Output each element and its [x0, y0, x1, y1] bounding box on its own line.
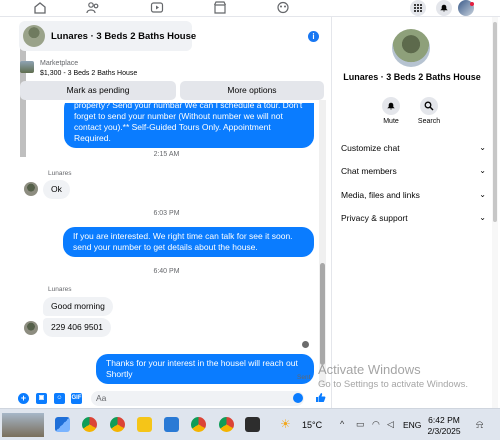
sender-avatar[interactable] — [24, 321, 38, 335]
chevron-down-icon: ⌄ — [479, 166, 486, 175]
gaming-icon[interactable] — [276, 1, 290, 14]
widget-thumbnail[interactable] — [2, 413, 44, 437]
sent-status: Sent — [297, 374, 311, 381]
plus-icon[interactable]: + — [18, 393, 29, 404]
notifications-icon[interactable] — [436, 0, 452, 16]
info-icon[interactable]: i — [308, 31, 319, 42]
chat-title: Lunares · 3 Beds 2 Baths House — [51, 31, 197, 42]
sender-name: Lunares — [48, 286, 72, 293]
more-options-button[interactable]: More options — [180, 81, 324, 100]
search-label: Search — [417, 118, 441, 125]
sender-name: Lunares — [48, 170, 72, 177]
chat-header[interactable]: Lunares · 3 Beds 2 Baths House — [19, 21, 196, 51]
chat-panel: Lunares · 3 Beds 2 Baths House i Marketp… — [14, 17, 331, 408]
watch-icon[interactable] — [150, 1, 164, 14]
message-timeline: property? Send your numbar We can I sche… — [14, 103, 319, 399]
customize-chat-row[interactable]: Customize chat ⌄ — [341, 143, 486, 157]
weather-icon[interactable]: ☀ — [280, 417, 296, 431]
clock[interactable]: 6:42 PM 2/3/2025 — [427, 415, 461, 437]
chat-scrollbar[interactable] — [319, 100, 326, 385]
chrome-icon[interactable] — [82, 417, 97, 432]
search-action[interactable]: Search — [411, 97, 447, 125]
info-scrollbar-thumb[interactable] — [493, 22, 497, 222]
message-input[interactable]: Aa — [91, 391, 304, 406]
menu-grid-icon[interactable] — [410, 0, 426, 16]
notification-dot — [470, 2, 474, 6]
bell-icon[interactable] — [382, 97, 400, 115]
info-panel: Lunares · 3 Beds 2 Baths House Mute Sear… — [331, 17, 498, 408]
windows-taskbar: ☀ 15°C ^ ▭ ◠ ◁ ENG 6:42 PM 2/3/2025 ⍾ — [0, 408, 500, 440]
mark-pending-button[interactable]: Mark as pending — [20, 81, 176, 100]
chevron-down-icon: ⌄ — [479, 213, 486, 222]
wifi-icon[interactable]: ◠ — [372, 419, 384, 431]
chat-avatar[interactable] — [392, 29, 430, 67]
notification-center-icon[interactable]: ⍾ — [476, 419, 483, 432]
message-outgoing[interactable]: Thanks for your interest in the housel w… — [96, 354, 314, 384]
timestamp: 6:03 PM — [153, 210, 180, 217]
top-nav — [0, 0, 500, 17]
file-explorer-icon[interactable] — [137, 417, 152, 432]
section-label: Privacy & support — [341, 213, 408, 223]
volume-icon[interactable]: ◁ — [387, 419, 399, 431]
emoji-icon[interactable] — [293, 393, 303, 403]
privacy-support-row[interactable]: Privacy & support ⌄ — [341, 213, 486, 227]
thumbs-up-icon[interactable] — [315, 392, 326, 403]
chevron-down-icon: ⌄ — [479, 143, 486, 152]
photo-icon[interactable]: ▣ — [36, 393, 47, 404]
clock-time: 6:42 PM — [428, 415, 460, 425]
message-composer: + ▣ ☺ GIF Aa — [14, 389, 331, 407]
chrome-icon[interactable] — [219, 417, 234, 432]
language-indicator[interactable]: ENG — [403, 420, 421, 430]
timestamp: 6:40 PM — [153, 268, 180, 275]
watermark-subtitle: Go to Settings to activate Windows. — [318, 379, 468, 390]
section-label: Media, files and links — [341, 190, 420, 200]
media-files-links-row[interactable]: Media, files and links ⌄ — [341, 190, 486, 204]
temperature[interactable]: 15°C — [302, 420, 322, 430]
message-incoming[interactable]: 229 406 9501 — [43, 318, 111, 337]
sticker-icon[interactable]: ☺ — [54, 393, 65, 404]
sender-avatar[interactable] — [24, 182, 38, 196]
section-label: Customize chat — [341, 143, 400, 153]
network-icon[interactable]: ▭ — [356, 419, 368, 431]
search-icon[interactable] — [420, 97, 438, 115]
info-name: Lunares · 3 Beds 2 Baths House — [343, 72, 481, 82]
start-icon[interactable] — [55, 417, 70, 432]
seen-avatar — [302, 341, 309, 348]
chrome-icon[interactable] — [191, 417, 206, 432]
info-scrollbar[interactable] — [492, 17, 498, 408]
chat-thumbnail — [23, 25, 45, 47]
gif-icon[interactable]: GIF — [71, 393, 82, 404]
chrome-icon[interactable] — [110, 417, 125, 432]
marketplace-icon[interactable] — [213, 1, 227, 14]
listing-thumbnail — [20, 61, 34, 73]
tray-chevron-icon[interactable]: ^ — [340, 419, 352, 431]
message-outgoing[interactable]: If you are interested. We right time can… — [63, 227, 314, 257]
message-outgoing[interactable]: property? Send your numbar We can I sche… — [64, 103, 314, 148]
store-icon[interactable] — [164, 417, 179, 432]
clock-date: 2/3/2025 — [427, 426, 461, 436]
home-icon[interactable] — [33, 1, 47, 14]
message-incoming[interactable]: Good morning — [43, 297, 113, 316]
app-icon[interactable] — [245, 417, 260, 432]
section-label: Chat members — [341, 166, 397, 176]
listing-detail: $1,300 - 3 Beds 2 Baths House — [40, 70, 138, 77]
marketplace-listing[interactable]: Marketplace $1,300 - 3 Beds 2 Baths Hous… — [20, 58, 320, 80]
mute-action[interactable]: Mute — [373, 97, 409, 125]
activate-windows-watermark: Activate Windows Go to Settings to activ… — [318, 362, 468, 390]
friends-icon[interactable] — [86, 1, 100, 14]
chevron-down-icon: ⌄ — [479, 190, 486, 199]
timestamp: 2:15 AM — [153, 151, 180, 158]
chat-members-row[interactable]: Chat members ⌄ — [341, 166, 486, 180]
mute-label: Mute — [383, 118, 399, 125]
marketplace-label: Marketplace — [40, 60, 79, 67]
message-incoming[interactable]: Ok — [43, 180, 70, 199]
scrollbar-thumb[interactable] — [320, 263, 325, 365]
watermark-title: Activate Windows — [318, 362, 421, 377]
